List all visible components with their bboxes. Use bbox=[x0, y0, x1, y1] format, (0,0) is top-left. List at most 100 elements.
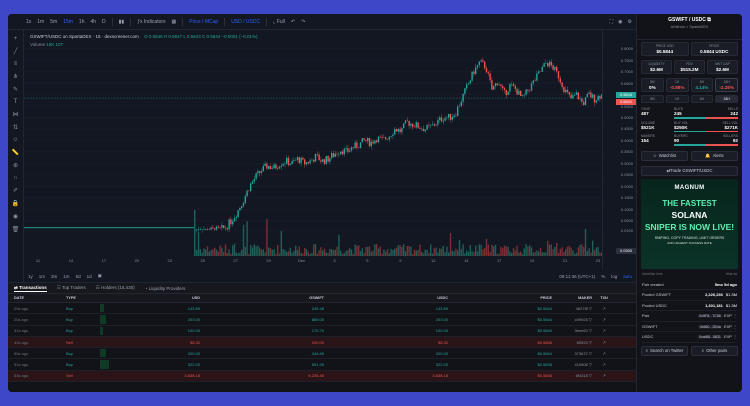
cell-maker[interactable]: 6f4318 ▽ bbox=[552, 373, 592, 378]
trendline-icon[interactable]: ╱ bbox=[14, 48, 18, 55]
range-1d[interactable]: 1d bbox=[87, 274, 92, 279]
watchlist-button[interactable]: ☆ Watchlist bbox=[641, 150, 688, 161]
tf-1h[interactable]: 1H bbox=[665, 95, 689, 103]
candle-type-icon[interactable]: ▮▮ bbox=[119, 19, 125, 25]
explorer-link-icon[interactable]: ↗ bbox=[592, 340, 616, 345]
usd-usdc-toggle[interactable]: USD / USDC bbox=[231, 19, 260, 25]
interval-d[interactable]: D bbox=[102, 19, 106, 25]
pattern-icon[interactable]: ⋈ bbox=[13, 111, 19, 118]
indicators-button[interactable]: ƒx Indicators bbox=[137, 19, 165, 25]
change-24h[interactable]: 24H -2.28% bbox=[715, 78, 738, 92]
gswift-exp-link[interactable]: EXP bbox=[724, 324, 732, 329]
magnet-icon[interactable]: ∩ bbox=[13, 175, 17, 181]
price-mcap-toggle[interactable]: Price / MCap bbox=[189, 19, 218, 25]
percent-toggle[interactable]: % bbox=[601, 274, 605, 279]
tab-holders[interactable]: ☰ Holders (15,430) bbox=[96, 285, 135, 291]
pair-address[interactable]: 0x5F8...7C56 bbox=[697, 314, 723, 319]
range-1y[interactable]: 1y bbox=[28, 274, 33, 279]
auto-toggle[interactable]: auto bbox=[623, 274, 632, 279]
sponsored-ad[interactable]: MAGNUM THE FASTEST SOLANA SNIPER IS NOW … bbox=[641, 178, 738, 269]
interval-1m[interactable]: 1m bbox=[37, 19, 44, 25]
tab-top-traders[interactable]: ☷ Top Traders bbox=[57, 285, 86, 291]
crosshair-icon[interactable]: + bbox=[14, 36, 18, 42]
table-row[interactable]: 31s ago Buy 100.00 170.70 100.00 $0.5840 3bee6… bbox=[8, 326, 636, 337]
col-usdc[interactable]: USDC bbox=[324, 296, 448, 300]
brush-icon[interactable]: ✎ bbox=[13, 86, 18, 93]
text-icon[interactable]: T bbox=[14, 99, 18, 105]
table-row[interactable]: 20s ago Buy 203.00 885.00 203.00 $0.5844 c0992… bbox=[8, 314, 636, 326]
settings-icon[interactable]: ⚙ bbox=[628, 19, 632, 25]
col-date[interactable]: DATE bbox=[8, 296, 66, 300]
copy-icon[interactable]: ⧉ bbox=[707, 17, 711, 23]
pitchfork-icon[interactable]: ⋔ bbox=[13, 73, 18, 80]
explorer-link-icon[interactable]: ↗ bbox=[592, 317, 616, 322]
interval-1s[interactable]: 1s bbox=[26, 19, 31, 25]
layout-icon[interactable]: ▦ bbox=[172, 19, 177, 25]
table-row[interactable]: 53s ago Sell 3,638.18 6,235.45 3,638.18 $0.58… bbox=[8, 370, 636, 383]
col-usd[interactable]: USD bbox=[170, 296, 200, 300]
fullscreen-icon[interactable]: ⛶ bbox=[610, 19, 614, 25]
redo-icon[interactable]: ↷ bbox=[301, 19, 305, 25]
forecast-icon[interactable]: ⇅ bbox=[13, 124, 18, 131]
cell-maker[interactable]: 415908 ▽ bbox=[552, 362, 592, 367]
range-5d[interactable]: 5d bbox=[76, 274, 81, 279]
cell-maker[interactable]: 373672 ▽ bbox=[552, 351, 592, 356]
lock-icon[interactable]: 🔒 bbox=[12, 200, 19, 207]
cell-maker[interactable]: 6f2f20 ▽ bbox=[552, 340, 592, 345]
tab-transactions[interactable]: ⇄ Transactions bbox=[14, 285, 47, 292]
table-row[interactable]: 52s ago Buy 322.00 551.35 322.00 $0.5838 41590… bbox=[8, 359, 636, 371]
explorer-link-icon[interactable]: ↗ bbox=[592, 373, 616, 378]
tf-6h[interactable]: 6H bbox=[690, 95, 714, 103]
col-price[interactable]: PRICE bbox=[448, 296, 552, 300]
range-3m[interactable]: 3m bbox=[51, 274, 57, 279]
ruler-icon[interactable]: 📏 bbox=[12, 149, 19, 156]
emoji-icon[interactable]: ☺ bbox=[12, 137, 18, 143]
interval-15m[interactable]: 15m bbox=[63, 19, 73, 25]
camera-icon[interactable]: ◉ bbox=[618, 19, 622, 25]
gswift-address[interactable]: 0x580...2B4a bbox=[697, 324, 723, 329]
table-row[interactable]: 20s ago Buy 143.89 245.48 143.89 $0.5844 4827f… bbox=[8, 303, 636, 315]
table-row[interactable]: 50s ago Buy 200.00 344.89 200.00 $0.5844 37367… bbox=[8, 348, 636, 360]
advertise-link[interactable]: Advertise here bbox=[642, 272, 663, 276]
price-chart[interactable] bbox=[24, 30, 602, 256]
full-button[interactable]: ⌞ Full bbox=[273, 19, 285, 25]
tf-24h[interactable]: 24H bbox=[715, 95, 738, 103]
cell-maker[interactable]: c09926 ▽ bbox=[552, 317, 592, 322]
explorer-link-icon[interactable]: ↗ bbox=[592, 362, 616, 367]
change-6h[interactable]: 6H 4.14% bbox=[690, 78, 714, 92]
range-1m-b[interactable]: 1m bbox=[63, 274, 69, 279]
usdc-address[interactable]: 0xaf88...5831 bbox=[697, 335, 723, 340]
interval-4h[interactable]: 4h bbox=[90, 19, 96, 25]
col-gswift[interactable]: GSWIFT bbox=[200, 296, 324, 300]
price-axis[interactable]: 0.80000.75000.70000.65000.60000.55000.50… bbox=[602, 30, 636, 270]
explorer-link-icon[interactable]: ↗ bbox=[592, 351, 616, 356]
interval-5m[interactable]: 5m bbox=[50, 19, 57, 25]
explorer-link-icon[interactable]: ↗ bbox=[592, 328, 616, 333]
undo-icon[interactable]: ↶ bbox=[291, 19, 295, 25]
tab-liquidity-providers[interactable]: ◔ Liquidity Providers bbox=[145, 286, 186, 291]
trade-button[interactable]: ⇄ Trade GSWIFT/USDC bbox=[641, 165, 738, 176]
col-type[interactable]: TYPE bbox=[66, 296, 100, 300]
log-toggle[interactable]: log bbox=[611, 274, 617, 279]
table-row[interactable]: 42s ago Sell 58.32 100.00 58.32 $0.5836 6f2f20… bbox=[8, 336, 636, 349]
zoom-icon[interactable]: ⊕ bbox=[13, 162, 18, 169]
eye-icon[interactable]: ◉ bbox=[13, 213, 18, 220]
trash-icon[interactable]: 🗑 bbox=[12, 226, 20, 233]
hide-ad-link[interactable]: Hide ad bbox=[726, 272, 737, 276]
time-axis[interactable]: 11 14 17 20 23 25 27 29 Dec 3 5 9 12 14 17 19 21 23 bbox=[24, 258, 602, 268]
other-pairs-button[interactable]: ⌕ Other pairs bbox=[691, 345, 738, 356]
change-1h[interactable]: 1H -0.88% bbox=[665, 78, 689, 92]
range-1m[interactable]: 1m bbox=[39, 274, 45, 279]
cell-maker[interactable]: 4827f8 ▽ bbox=[552, 306, 592, 311]
interval-1h[interactable]: 1h bbox=[79, 19, 85, 25]
tf-5m[interactable]: 5M bbox=[641, 95, 664, 103]
lock-drawing-icon[interactable]: ✐ bbox=[13, 187, 18, 194]
change-5m[interactable]: 5M 0% bbox=[641, 78, 664, 92]
pair-chain[interactable]: Arbitrum > SpartaDEX bbox=[642, 25, 737, 29]
cell-maker[interactable]: 3bee63 ▽ bbox=[552, 328, 592, 333]
usdc-exp-link[interactable]: EXP bbox=[724, 334, 732, 339]
calendar-icon[interactable]: ▣ bbox=[98, 273, 102, 279]
pair-exp-link[interactable]: EXP bbox=[724, 313, 732, 318]
explorer-link-icon[interactable]: ↗ bbox=[592, 306, 616, 311]
col-txn[interactable]: TXN bbox=[592, 296, 616, 300]
